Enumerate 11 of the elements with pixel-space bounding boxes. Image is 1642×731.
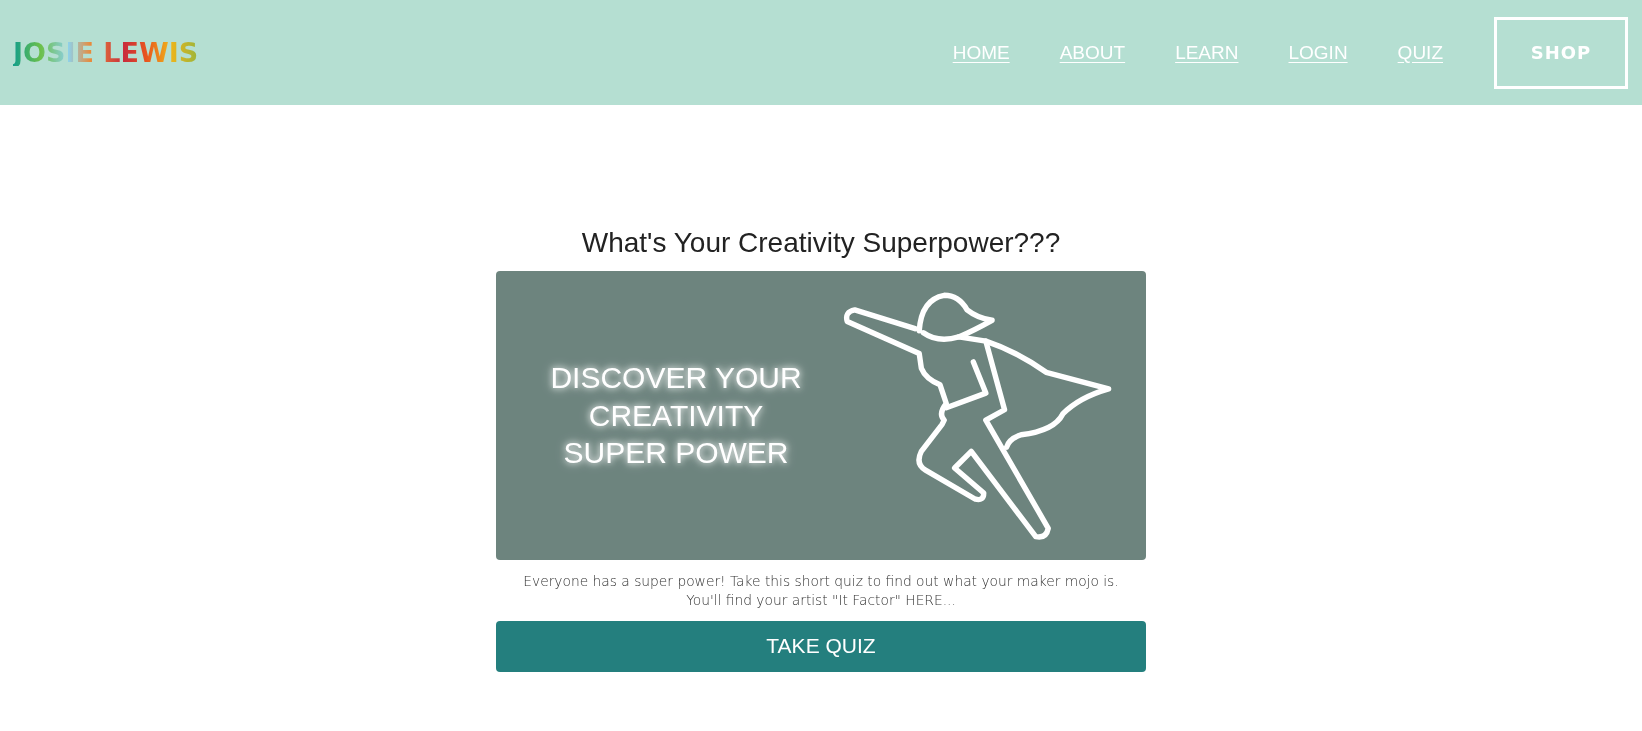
logo[interactable]: JOSIE LEWIS [13, 39, 199, 66]
nav-link[interactable]: LEARN [1175, 41, 1239, 64]
quiz-description: Everyone has a super power! Take this short quiz to find out what your maker mojo is. You'll find your artist "It Factor" HERE... [522, 572, 1120, 611]
shop-button[interactable]: SHOP [1494, 16, 1628, 89]
nav-link[interactable]: ABOUT [1059, 41, 1126, 64]
nav-link[interactable]: LOGIN [1288, 41, 1348, 64]
nav-link[interactable]: HOME [952, 41, 1010, 64]
quiz-title: What's Your Creativity Superpower??? [581, 227, 1061, 259]
banner-headline: DISCOVER YOUR CREATIVITY SUPER POWER [549, 360, 803, 472]
nav-link[interactable]: QUIZ [1397, 41, 1443, 64]
take-quiz-button[interactable]: TAKE QUIZ [496, 620, 1146, 672]
